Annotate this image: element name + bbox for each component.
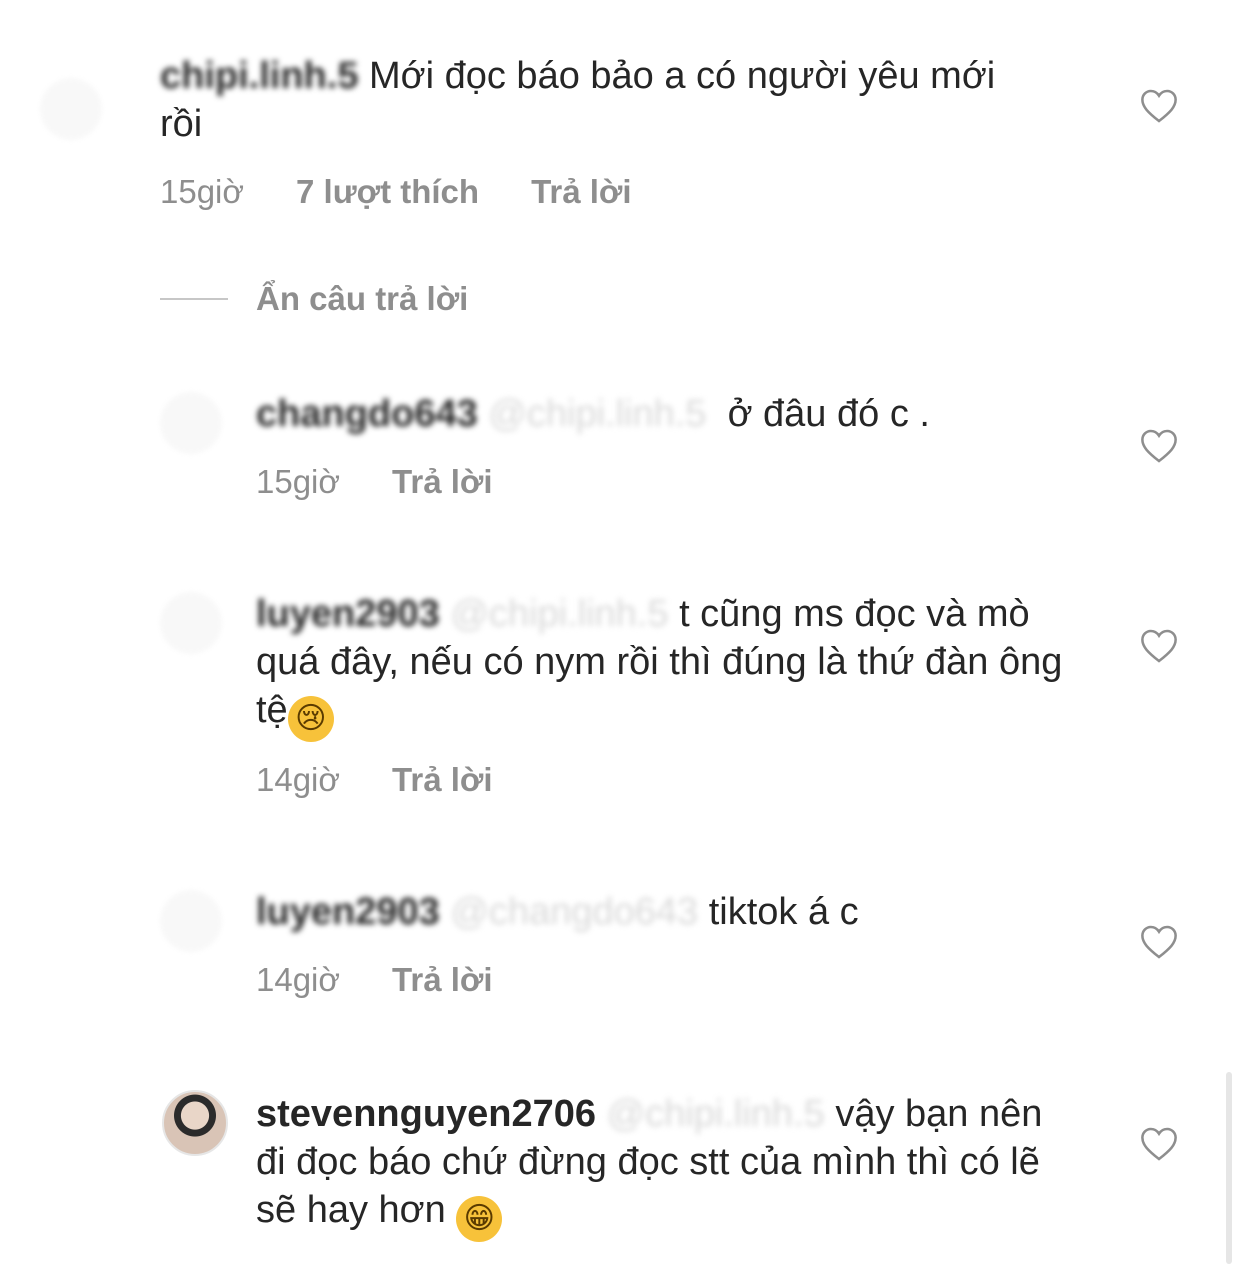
reply-item: luyen2903 @chipi.linh.5 t cũng ms đọc và… xyxy=(0,570,1242,820)
avatar[interactable] xyxy=(162,1090,228,1156)
comment-mention[interactable]: @chipi.linh.5 xyxy=(607,1093,825,1135)
comment-text: luyen2903 @chipi.linh.5 t cũng ms đọc và… xyxy=(256,590,1076,742)
heart-icon[interactable] xyxy=(1140,1126,1178,1162)
comment-text: chipi.linh.5 Mới đọc báo bảo a có người … xyxy=(160,52,1040,148)
crying-emoji-icon: 😢 xyxy=(287,696,334,742)
comment-item: chipi.linh.5 Mới đọc báo bảo a có người … xyxy=(0,0,1242,240)
hide-replies-button[interactable]: Ẩn câu trả lời xyxy=(160,280,468,318)
comment-meta: 14giờ Trả lời xyxy=(256,960,493,1000)
divider-line xyxy=(160,298,228,300)
hide-replies-label: Ẩn câu trả lời xyxy=(256,280,469,317)
heart-icon[interactable] xyxy=(1140,628,1178,664)
comment-meta: 15giờ 7 lượt thích Trả lời xyxy=(160,172,632,212)
avatar[interactable] xyxy=(40,78,102,140)
comment-mention[interactable]: @chipi.linh.5 xyxy=(488,393,706,435)
avatar[interactable] xyxy=(160,592,222,654)
comment-username[interactable]: luyen2903 xyxy=(256,891,440,933)
comment-username[interactable]: chipi.linh.5 xyxy=(160,55,358,97)
scrollbar[interactable] xyxy=(1226,1072,1232,1264)
reply-item: luyen2903 @changdo643 tiktok á c 14giờ T… xyxy=(0,868,1242,1018)
reply-item: changdo643 @chipi.linh.5 ở đâu đó c . 15… xyxy=(0,370,1242,520)
avatar[interactable] xyxy=(160,392,222,454)
comment-body: ở đâu đó c . xyxy=(727,393,930,435)
reply-button[interactable]: Trả lời xyxy=(392,760,493,800)
comment-time: 14giờ xyxy=(256,961,341,998)
comment-text: changdo643 @chipi.linh.5 ở đâu đó c . xyxy=(256,390,1076,438)
comment-meta: 14giờ Trả lời xyxy=(256,760,493,800)
reply-button[interactable]: Trả lời xyxy=(392,462,493,502)
comment-time: 15giờ xyxy=(160,173,245,210)
heart-icon[interactable] xyxy=(1140,428,1178,464)
comment-body: tiktok á c xyxy=(708,891,859,933)
comment-likes[interactable]: 7 lượt thích xyxy=(296,172,479,212)
comment-meta: 15giờ Trả lời xyxy=(256,462,493,502)
reply-button[interactable]: Trả lời xyxy=(531,172,632,212)
comment-time: 14giờ xyxy=(256,761,341,798)
comment-mention[interactable]: @changdo643 xyxy=(450,891,698,933)
reply-item: stevennguyen2706 @chipi.linh.5 vậy bạn n… xyxy=(0,1070,1242,1264)
comment-username[interactable]: luyen2903 xyxy=(256,593,440,635)
grin-emoji-icon: 😁 xyxy=(456,1196,503,1242)
heart-icon[interactable] xyxy=(1140,88,1178,124)
heart-icon[interactable] xyxy=(1140,924,1178,960)
comment-username[interactable]: stevennguyen2706 xyxy=(256,1093,596,1135)
avatar[interactable] xyxy=(160,890,222,952)
comment-text: stevennguyen2706 @chipi.linh.5 vậy bạn n… xyxy=(256,1090,1076,1242)
reply-button[interactable]: Trả lời xyxy=(392,960,493,1000)
comment-time: 15giờ xyxy=(256,463,341,500)
comment-mention[interactable]: @chipi.linh.5 xyxy=(450,593,668,635)
comment-text: luyen2903 @changdo643 tiktok á c xyxy=(256,888,1076,936)
comment-username[interactable]: changdo643 xyxy=(256,393,478,435)
